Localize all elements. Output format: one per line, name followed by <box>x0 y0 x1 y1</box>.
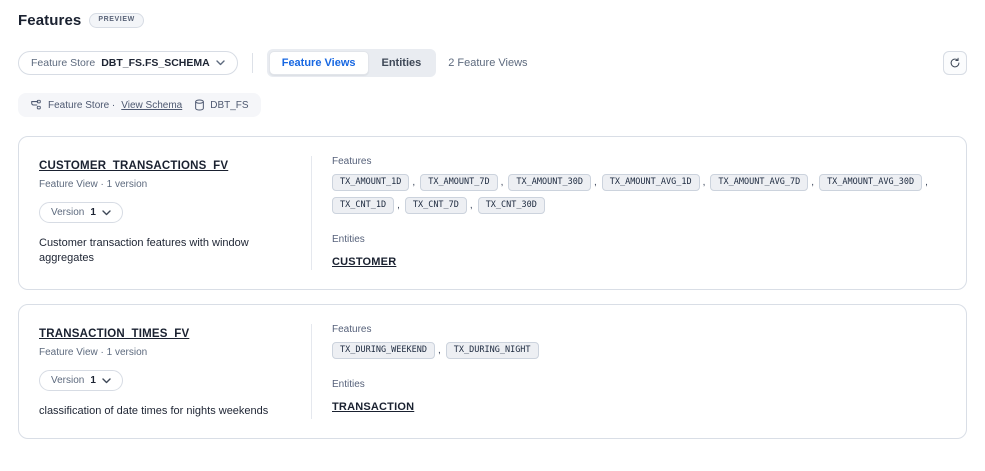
feature-chip: TX_AMOUNT_1D <box>332 174 409 191</box>
feature-chip: TX_DURING_NIGHT <box>446 342 539 359</box>
feature-view-name-link[interactable]: CUSTOMER_TRANSACTIONS_FV <box>39 160 228 172</box>
tab-feature-views[interactable]: Feature Views <box>269 51 369 75</box>
feature-views-count: 2 Feature Views <box>448 57 527 69</box>
preview-badge: PREVIEW <box>89 13 143 27</box>
feature-store-dropdown[interactable]: Feature Store DBT_FS.FS_SCHEMA <box>18 51 238 75</box>
feature-view-description: classification of date times for nights … <box>39 404 279 419</box>
entities-section: Entities CUSTOMER <box>332 234 946 270</box>
entities-section-label: Entities <box>332 234 946 245</box>
entities-section-label: Entities <box>332 379 946 390</box>
page-title: Features <box>18 12 81 29</box>
feature-view-card: TRANSACTION_TIMES_FV Feature View · 1 ve… <box>18 304 967 439</box>
feature-chip: TX_AMOUNT_AVG_7D <box>710 174 808 191</box>
chip-separator: , <box>925 177 928 188</box>
database-name: DBT_FS <box>210 100 248 111</box>
breadcrumb-database: DBT_FS <box>194 99 248 111</box>
chip-separator: , <box>412 177 415 188</box>
card-details: Features TX_AMOUNT_1D,TX_AMOUNT_7D,TX_AM… <box>311 156 946 270</box>
chip-separator: , <box>438 345 441 356</box>
feature-view-description: Customer transaction features with windo… <box>39 236 279 266</box>
entity-link-list: TRANSACTION <box>332 397 946 415</box>
feature-chip: TX_DURING_WEEKEND <box>332 342 435 359</box>
card-summary: CUSTOMER_TRANSACTIONS_FV Feature View · … <box>39 156 311 270</box>
feature-view-meta: Feature View · 1 version <box>39 347 293 358</box>
page-header: Features PREVIEW <box>18 12 967 29</box>
version-value: 1 <box>90 207 96 218</box>
chip-separator: , <box>594 177 597 188</box>
chip-separator: , <box>811 177 814 188</box>
version-dropdown[interactable]: Version 1 <box>39 202 123 223</box>
features-section-label: Features <box>332 324 946 335</box>
features-page: Features PREVIEW Feature Store DBT_FS.FS… <box>0 0 985 471</box>
feature-chip: TX_AMOUNT_AVG_30D <box>819 174 922 191</box>
chevron-down-icon <box>102 378 111 384</box>
chip-separator: , <box>397 200 400 211</box>
chip-separator: , <box>470 200 473 211</box>
version-value: 1 <box>90 375 96 386</box>
feature-chip: TX_AMOUNT_7D <box>420 174 497 191</box>
toolbar: Feature Store DBT_FS.FS_SCHEMA Feature V… <box>18 49 967 77</box>
view-schema-link[interactable]: View Schema <box>121 100 182 111</box>
entity-link[interactable]: TRANSACTION <box>332 401 414 413</box>
entity-link-list: CUSTOMER <box>332 252 946 270</box>
schema-icon <box>30 99 42 111</box>
chevron-down-icon <box>102 210 111 216</box>
entity-link[interactable]: CUSTOMER <box>332 256 396 268</box>
feature-view-name-link[interactable]: TRANSACTION_TIMES_FV <box>39 328 189 340</box>
feature-chip: TX_CNT_1D <box>332 197 394 214</box>
breadcrumb: Feature Store · View Schema DBT_FS <box>18 93 261 117</box>
card-summary: TRANSACTION_TIMES_FV Feature View · 1 ve… <box>39 324 311 419</box>
feature-chip-list: TX_DURING_WEEKEND, TX_DURING_NIGHT <box>332 342 946 359</box>
feature-view-card: CUSTOMER_TRANSACTIONS_FV Feature View · … <box>18 136 967 290</box>
card-details: Features TX_DURING_WEEKEND, TX_DURING_NIG… <box>311 324 946 419</box>
tab-entities[interactable]: Entities <box>369 51 435 75</box>
version-dropdown[interactable]: Version 1 <box>39 370 123 391</box>
feature-chip: TX_CNT_30D <box>478 197 545 214</box>
view-tabs: Feature Views Entities <box>267 49 437 77</box>
features-section-label: Features <box>332 156 946 167</box>
feature-store-value: DBT_FS.FS_SCHEMA <box>101 57 210 69</box>
feature-chip-list: TX_AMOUNT_1D,TX_AMOUNT_7D,TX_AMOUNT_30D,… <box>332 174 946 214</box>
chevron-down-icon <box>216 60 225 66</box>
version-label: Version <box>51 207 84 218</box>
feature-chip: TX_CNT_7D <box>405 197 467 214</box>
feature-store-label: Feature Store <box>31 57 95 69</box>
refresh-button[interactable] <box>943 51 967 75</box>
entities-section: Entities TRANSACTION <box>332 379 946 415</box>
chip-separator: , <box>703 177 706 188</box>
database-icon <box>194 99 205 111</box>
breadcrumb-prefix: Feature Store · <box>48 100 115 111</box>
chip-separator: , <box>501 177 504 188</box>
feature-chip: TX_AMOUNT_AVG_1D <box>602 174 700 191</box>
feature-chip: TX_AMOUNT_30D <box>508 174 591 191</box>
toolbar-divider <box>252 53 253 73</box>
feature-view-meta: Feature View · 1 version <box>39 179 293 190</box>
refresh-icon <box>949 57 961 69</box>
version-label: Version <box>51 375 84 386</box>
